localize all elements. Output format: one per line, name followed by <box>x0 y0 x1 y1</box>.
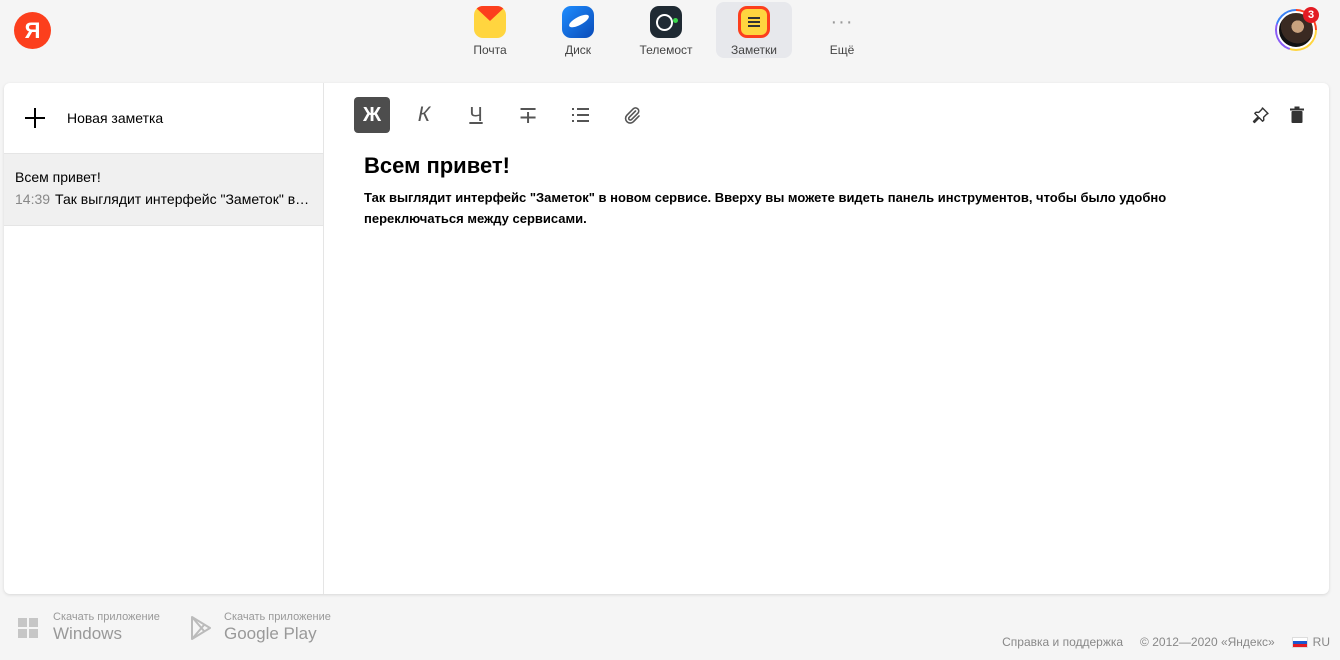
note-item-time: 14:39 <box>15 191 51 207</box>
attach-button[interactable] <box>614 97 650 133</box>
new-note-button[interactable]: Новая заметка <box>4 83 323 154</box>
underline-button[interactable]: Ч <box>458 97 494 133</box>
plus-icon <box>24 107 46 129</box>
list-icon <box>571 108 589 122</box>
disk-icon <box>562 6 594 38</box>
yandex-logo[interactable]: Я <box>14 12 51 49</box>
user-avatar-button[interactable]: 3 <box>1275 7 1319 51</box>
notes-icon <box>738 6 770 38</box>
service-label: Почта <box>473 43 507 57</box>
store-name: Windows <box>53 624 122 643</box>
service-telemost[interactable]: Телемост <box>628 2 704 58</box>
bullet-list-button[interactable] <box>562 97 598 133</box>
services-bar: Почта Диск Телемост Заметки ··· Ещё <box>452 2 892 58</box>
top-bar: Я Почта Диск Телемост Заметки ··· Ещё 3 <box>0 0 1340 66</box>
pin-button[interactable] <box>1249 103 1273 127</box>
service-more[interactable]: ··· Ещё <box>804 2 880 58</box>
note-item-preview: Так выглядит интерфейс "Заметок" в новом… <box>55 191 312 207</box>
service-disk[interactable]: Диск <box>540 2 616 58</box>
notification-badge: 3 <box>1303 7 1319 23</box>
note-item-meta: 14:39 Так выглядит интерфейс "Заметок" в … <box>15 191 312 207</box>
format-toolbar: Ж К Ч ∓ <box>354 97 666 133</box>
bold-button[interactable]: Ж <box>354 97 390 133</box>
note-title[interactable]: Всем привет! <box>364 153 510 179</box>
paperclip-icon <box>624 107 640 124</box>
note-body[interactable]: Так выглядит интерфейс "Заметок" в новом… <box>364 187 1244 229</box>
download-caption: Скачать приложение <box>53 611 160 623</box>
store-name: Google Play <box>224 624 317 643</box>
trash-icon <box>1290 106 1304 123</box>
telemost-icon <box>650 6 682 38</box>
windows-icon <box>18 617 39 639</box>
footer-links: Справка и поддержка © 2012—2020 «Яндекс»… <box>985 635 1330 649</box>
russia-flag-icon <box>1291 636 1308 648</box>
more-dots-icon: ··· <box>830 10 854 33</box>
copyright: © 2012—2020 «Яндекс» <box>1140 635 1275 649</box>
help-link[interactable]: Справка и поддержка <box>1002 635 1123 649</box>
service-label: Диск <box>564 43 592 57</box>
download-caption: Скачать приложение <box>224 611 331 623</box>
notes-card: Новая заметка Всем привет! 14:39 Так выгл… <box>4 83 1329 594</box>
note-editor: Ж К Ч ∓ Всем привет! Так выглядит интерф… <box>324 83 1329 594</box>
pin-icon <box>1252 107 1269 124</box>
service-label: Заметки <box>731 43 777 57</box>
language-switch[interactable]: RU <box>1313 635 1330 649</box>
notes-sidebar: Новая заметка Всем привет! 14:39 Так выгл… <box>4 83 324 594</box>
service-label: Ещё <box>829 43 855 57</box>
download-google-play-link[interactable]: Скачать приложение Google Play <box>190 611 331 645</box>
delete-button[interactable] <box>1285 103 1309 127</box>
note-item-title: Всем привет! <box>15 169 101 185</box>
new-note-label: Новая заметка <box>67 110 164 126</box>
service-mail[interactable]: Почта <box>452 2 528 58</box>
mail-icon <box>474 6 506 38</box>
strikethrough-button[interactable]: ∓ <box>510 97 546 133</box>
italic-button[interactable]: К <box>406 97 442 133</box>
download-windows-link[interactable]: Скачать приложение Windows <box>18 611 160 645</box>
service-label: Телемост <box>639 43 693 57</box>
service-notes[interactable]: Заметки <box>716 2 792 58</box>
note-actions <box>1237 103 1309 127</box>
note-list-item[interactable]: Всем привет! 14:39 Так выглядит интерфейс… <box>4 154 323 226</box>
google-play-icon <box>191 616 211 640</box>
